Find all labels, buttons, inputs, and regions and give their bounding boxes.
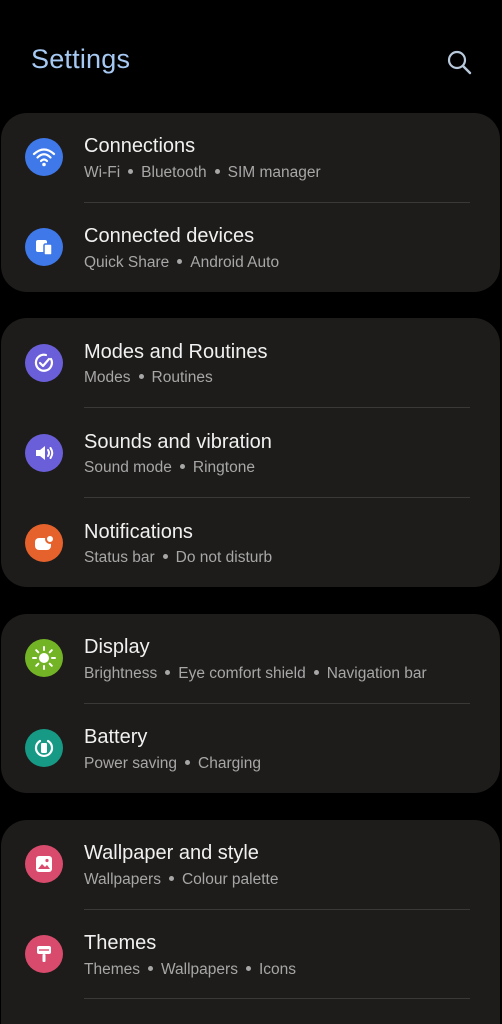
sun-icon	[25, 639, 63, 677]
connected-devices-icon	[25, 228, 63, 266]
search-button[interactable]	[443, 46, 475, 78]
settings-item-connections[interactable]: Connections Wi-Fi Bluetooth SIM manager	[1, 113, 500, 203]
themes-icon	[25, 935, 63, 973]
subtitle-part: Sound mode	[84, 459, 172, 476]
subtitle-part: Icons	[258, 961, 297, 978]
settings-item-modes-routines[interactable]: Modes and Routines Modes Routines	[1, 318, 500, 408]
wallpaper-icon	[25, 845, 63, 883]
speaker-icon	[25, 434, 63, 472]
subtitle-part: Wallpapers	[161, 961, 238, 978]
settings-group-sounds: Modes and Routines Modes Routines Sounds …	[1, 318, 500, 587]
page-title: Settings	[31, 44, 131, 74]
item-title: Battery	[84, 726, 148, 748]
settings-item-display[interactable]: Display Brightness Eye comfort shield Navi…	[1, 614, 500, 704]
item-subtitle: Wallpapers Colour palette	[84, 871, 278, 889]
subtitle-part: Power saving	[84, 755, 178, 772]
settings-item-themes[interactable]: Themes Themes Wallpapers Icons	[1, 910, 500, 1000]
header: Settings	[0, 0, 502, 110]
divider	[84, 998, 470, 999]
subtitle-part: Wallpapers	[84, 871, 161, 888]
subtitle-part: SIM manager	[227, 164, 321, 181]
subtitle-part: Brightness	[84, 665, 158, 682]
item-subtitle: Brightness Eye comfort shield Navigation b…	[84, 665, 427, 683]
item-subtitle: Power saving Charging	[84, 755, 261, 773]
subtitle-part: Themes	[84, 961, 140, 978]
battery-icon	[25, 729, 63, 767]
subtitle-part: Routines	[151, 369, 213, 386]
modes-routines-icon	[25, 344, 63, 382]
subtitle-part: Navigation bar	[326, 665, 427, 682]
subtitle-part: Do not disturb	[175, 549, 273, 566]
item-subtitle: Modes Routines	[84, 369, 213, 387]
subtitle-part: Quick Share	[84, 254, 170, 271]
item-title: Connected devices	[84, 225, 255, 247]
item-title: Notifications	[84, 521, 193, 543]
item-subtitle: Quick Share Android Auto	[84, 254, 279, 272]
subtitle-part: Android Auto	[190, 254, 280, 271]
item-title: Themes	[84, 932, 157, 954]
settings-item-notifications[interactable]: Notifications Status bar Do not disturb	[1, 498, 500, 587]
subtitle-part: Colour palette	[181, 871, 279, 888]
search-icon	[447, 50, 472, 75]
wifi-icon	[25, 138, 63, 176]
item-title: Connections	[84, 135, 196, 157]
item-title: Modes and Routines	[84, 341, 268, 363]
settings-item-connected-devices[interactable]: Connected devices Quick Share Android Aut…	[1, 203, 500, 292]
item-subtitle: Wi-Fi Bluetooth SIM manager	[84, 164, 321, 182]
item-title: Sounds and vibration	[84, 431, 272, 453]
settings-item-sounds-vibration[interactable]: Sounds and vibration Sound mode Ringtone	[1, 408, 500, 498]
notification-icon	[25, 524, 63, 562]
settings-group-wallpaper: Wallpaper and style Wallpapers Colour pal…	[1, 820, 500, 1024]
settings-item-battery[interactable]: Battery Power saving Charging	[1, 704, 500, 793]
subtitle-part: Modes	[84, 369, 131, 386]
item-subtitle: Sound mode Ringtone	[84, 459, 255, 477]
settings-group-connections: Connections Wi-Fi Bluetooth SIM manager Co…	[1, 113, 500, 292]
subtitle-part: Ringtone	[192, 459, 255, 476]
settings-item-wallpaper-style[interactable]: Wallpaper and style Wallpapers Colour pal…	[1, 820, 500, 910]
item-subtitle: Status bar Do not disturb	[84, 549, 272, 567]
subtitle-part: Eye comfort shield	[178, 665, 306, 682]
item-title: Wallpaper and style	[84, 842, 259, 864]
subtitle-part: Charging	[198, 755, 261, 772]
subtitle-part: Status bar	[84, 549, 155, 566]
subtitle-part: Wi-Fi	[84, 164, 121, 181]
subtitle-part: Bluetooth	[141, 164, 207, 181]
settings-group-display: Display Brightness Eye comfort shield Navi…	[1, 614, 500, 793]
item-subtitle: Themes Wallpapers Icons	[84, 961, 296, 979]
item-title: Display	[84, 636, 150, 658]
